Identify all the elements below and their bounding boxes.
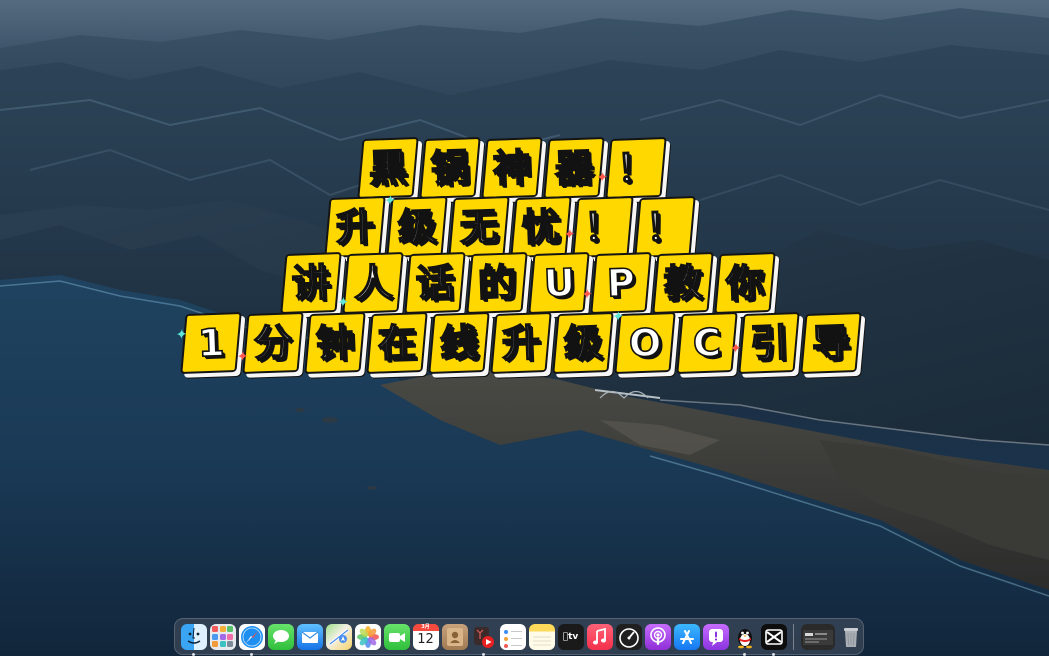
dock-capcut[interactable]	[760, 623, 787, 656]
dock-app-store[interactable]	[673, 623, 700, 650]
dock-notes[interactable]	[528, 623, 555, 650]
dock-safari[interactable]	[238, 623, 265, 656]
podcast-icon	[649, 626, 666, 645]
dock-minimized-window[interactable]	[800, 623, 835, 650]
running-indicator	[743, 652, 746, 656]
dock-feedback-assistant[interactable]	[702, 623, 729, 650]
running-indicator	[482, 652, 485, 656]
running-indicator	[250, 652, 253, 656]
finder-icon	[187, 627, 200, 644]
trash-icon	[843, 627, 858, 647]
penguin-icon	[737, 628, 752, 648]
dock-video-player[interactable]	[471, 624, 497, 656]
dock-launchpad[interactable]	[209, 623, 236, 650]
compass-icon	[240, 625, 263, 648]
calendar-month: 3月	[412, 623, 439, 631]
exclamation-bubble-icon	[708, 628, 723, 646]
music-note-icon	[592, 627, 606, 644]
dock-finder[interactable]	[180, 623, 207, 656]
dock-trash[interactable]	[838, 624, 864, 650]
calendar-day: 12	[417, 631, 434, 647]
dock-maps[interactable]	[325, 623, 352, 650]
desktop-wallpaper	[0, 0, 1049, 656]
photos-flower-icon	[356, 625, 379, 648]
contact-card-icon	[446, 627, 463, 646]
tv-label: tv	[565, 631, 578, 642]
dock-contacts[interactable]	[441, 623, 468, 650]
video-camera-icon	[388, 632, 405, 642]
dock-podcasts[interactable]	[644, 623, 671, 650]
dock-facetime[interactable]	[383, 623, 410, 650]
window-thumbnail-icon	[802, 629, 833, 645]
dock-separator	[793, 623, 794, 650]
capcut-icon	[764, 628, 783, 645]
gauge-icon	[618, 627, 639, 648]
dock-messages[interactable]	[267, 623, 294, 650]
checklist-icon	[503, 628, 522, 649]
dock-qq[interactable]	[732, 624, 758, 656]
map-icon	[328, 628, 349, 645]
dock-speedometer[interactable]	[615, 623, 642, 650]
dock-photos[interactable]	[354, 623, 381, 650]
dock-reminders[interactable]	[499, 623, 526, 650]
app-store-icon	[679, 629, 694, 644]
running-indicator	[192, 652, 195, 656]
dock: 3月 12  tv	[174, 618, 864, 656]
wallpaper-landscape	[0, 0, 1049, 656]
speech-bubble-icon	[272, 629, 289, 644]
dock-mail[interactable]	[296, 623, 323, 650]
play-badge-icon	[473, 626, 494, 648]
envelope-icon	[301, 631, 318, 643]
running-indicator	[772, 652, 775, 656]
notepad-icon	[532, 636, 551, 645]
dock-tv[interactable]:  tv	[557, 623, 584, 650]
dock-music[interactable]	[586, 623, 613, 650]
dock-calendar[interactable]: 3月 12	[412, 623, 439, 650]
